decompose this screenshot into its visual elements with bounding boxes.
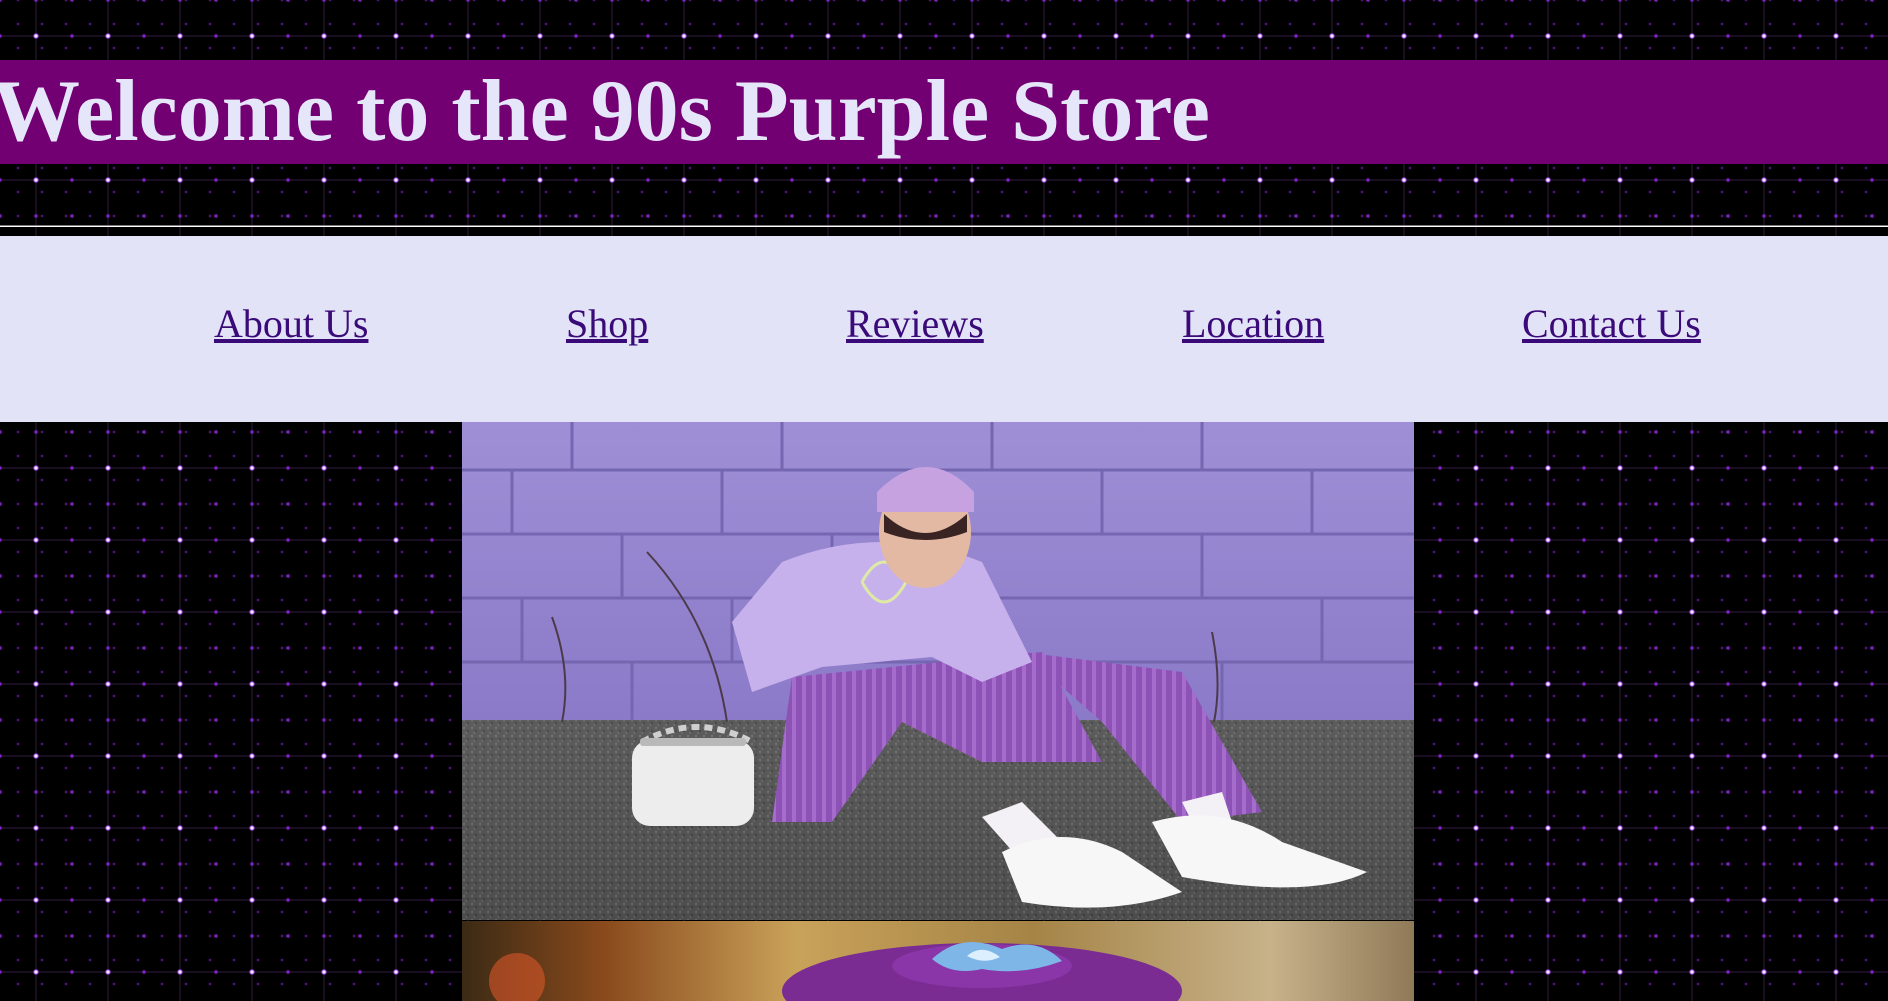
site-banner: Welcome to the 90s Purple Store [0,60,1888,164]
header-divider [0,225,1888,227]
page-title: Welcome to the 90s Purple Store [0,63,1210,160]
nav-link-shop[interactable]: Shop [566,300,648,348]
nav-link-contact-us[interactable]: Contact Us [1522,300,1701,348]
lavender-outfit-photo [462,422,1414,920]
main-nav: About Us Shop Reviews Location Contact U… [0,236,1888,422]
nav-link-about-us[interactable]: About Us [214,300,368,348]
nav-link-reviews[interactable]: Reviews [846,300,984,348]
nav-link-location[interactable]: Location [1182,300,1324,348]
purple-hat-photo [462,921,1414,1001]
